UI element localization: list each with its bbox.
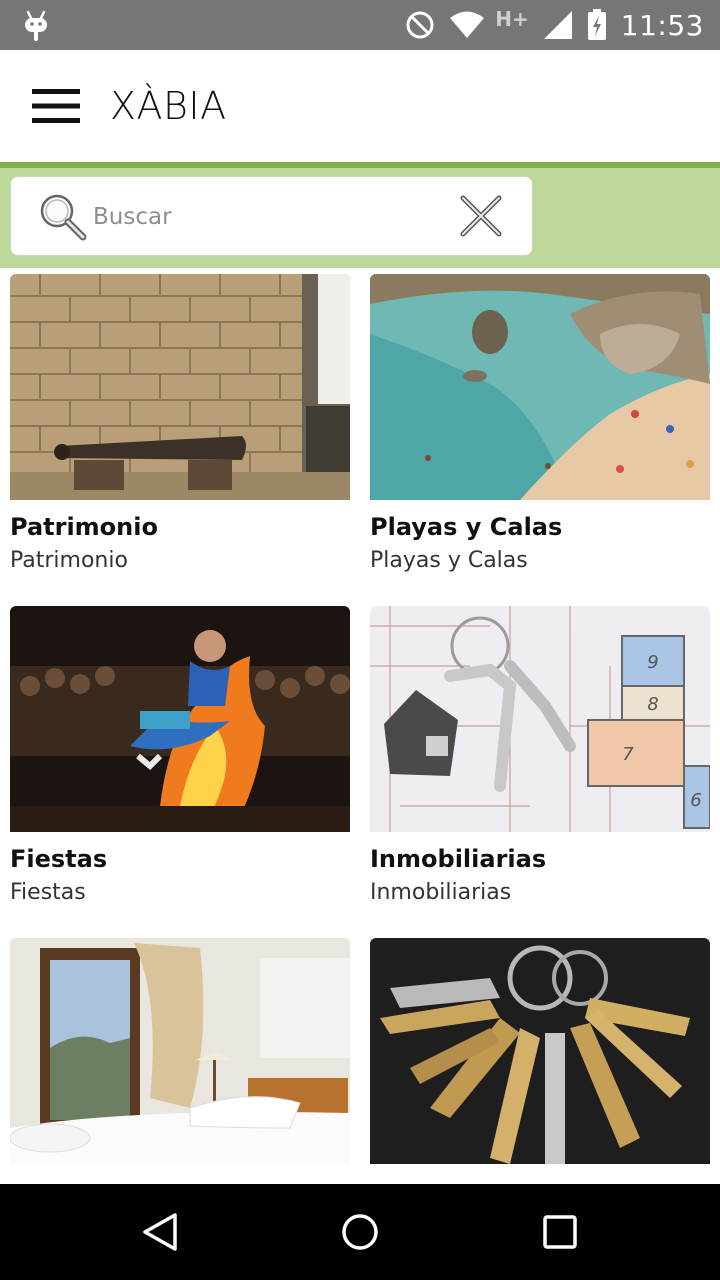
beach-cove-photo xyxy=(370,274,710,500)
svg-text:7: 7 xyxy=(622,744,634,765)
app-title: XÀBIA xyxy=(110,84,227,128)
recents-button[interactable] xyxy=(530,1206,590,1258)
navigation-bar xyxy=(0,1184,720,1280)
card-title: Fiestas xyxy=(10,845,108,873)
category-card-patrimonio[interactable]: Patrimonio Patrimonio xyxy=(10,274,350,576)
close-icon[interactable] xyxy=(459,194,503,238)
category-card-fiestas[interactable]: Fiestas Fiestas xyxy=(10,606,350,908)
card-title: Inmobiliarias xyxy=(370,845,547,873)
keys-bunch-photo xyxy=(370,938,710,1164)
menu-button[interactable] xyxy=(22,76,90,136)
wifi-icon xyxy=(450,11,485,38)
status-bar: H+ 11:53 xyxy=(0,0,720,50)
network-type-label: H+ xyxy=(495,7,529,31)
search-bar-container xyxy=(0,168,720,268)
cannon-wall-photo xyxy=(10,274,350,500)
search-icon xyxy=(40,194,87,241)
card-subtitle: Fiestas xyxy=(10,880,86,905)
back-button[interactable] xyxy=(130,1206,190,1258)
card-subtitle: Patrimonio xyxy=(10,548,128,573)
status-icons: H+ 11:53 xyxy=(405,0,704,50)
app-bar: XÀBIA xyxy=(0,50,720,162)
category-card-keys[interactable] xyxy=(370,938,710,1176)
search-box xyxy=(10,176,533,256)
card-subtitle: Inmobiliarias xyxy=(370,880,512,905)
home-button[interactable] xyxy=(330,1206,390,1258)
clock: 11:53 xyxy=(620,8,704,42)
keys-floorplan-photo: 9 8 7 6 xyxy=(370,606,710,832)
recents-icon xyxy=(543,1215,577,1249)
search-input[interactable] xyxy=(93,187,443,247)
bonfire-festival-photo xyxy=(10,606,350,832)
signal-icon xyxy=(543,11,572,39)
category-card-inmobiliarias[interactable]: 9 8 7 6 Inmobiliarias Inmobiliarias xyxy=(370,606,710,908)
back-icon xyxy=(143,1213,177,1251)
android-icon xyxy=(25,10,47,41)
category-card-playas-y-calas[interactable]: Playas y Calas Playas y Calas xyxy=(370,274,710,576)
svg-text:8: 8 xyxy=(647,694,658,715)
screen: H+ 11:53 XÀBIA Buscar Patrimonio Patrimo… xyxy=(0,0,720,1280)
card-title: Playas y Calas xyxy=(370,513,563,541)
do-not-disturb-icon xyxy=(406,11,434,39)
svg-text:9: 9 xyxy=(647,652,658,673)
category-grid: Patrimonio Patrimonio Playas y Calas Pla… xyxy=(0,268,720,1184)
hamburger-menu-icon xyxy=(32,89,80,123)
hotel-room-photo xyxy=(10,938,350,1164)
card-subtitle: Playas y Calas xyxy=(370,548,528,573)
category-card-hotel[interactable] xyxy=(10,938,350,1176)
card-title: Patrimonio xyxy=(10,513,158,541)
battery-charging-icon xyxy=(587,9,606,40)
home-icon xyxy=(342,1214,378,1250)
svg-text:6: 6 xyxy=(690,790,701,811)
